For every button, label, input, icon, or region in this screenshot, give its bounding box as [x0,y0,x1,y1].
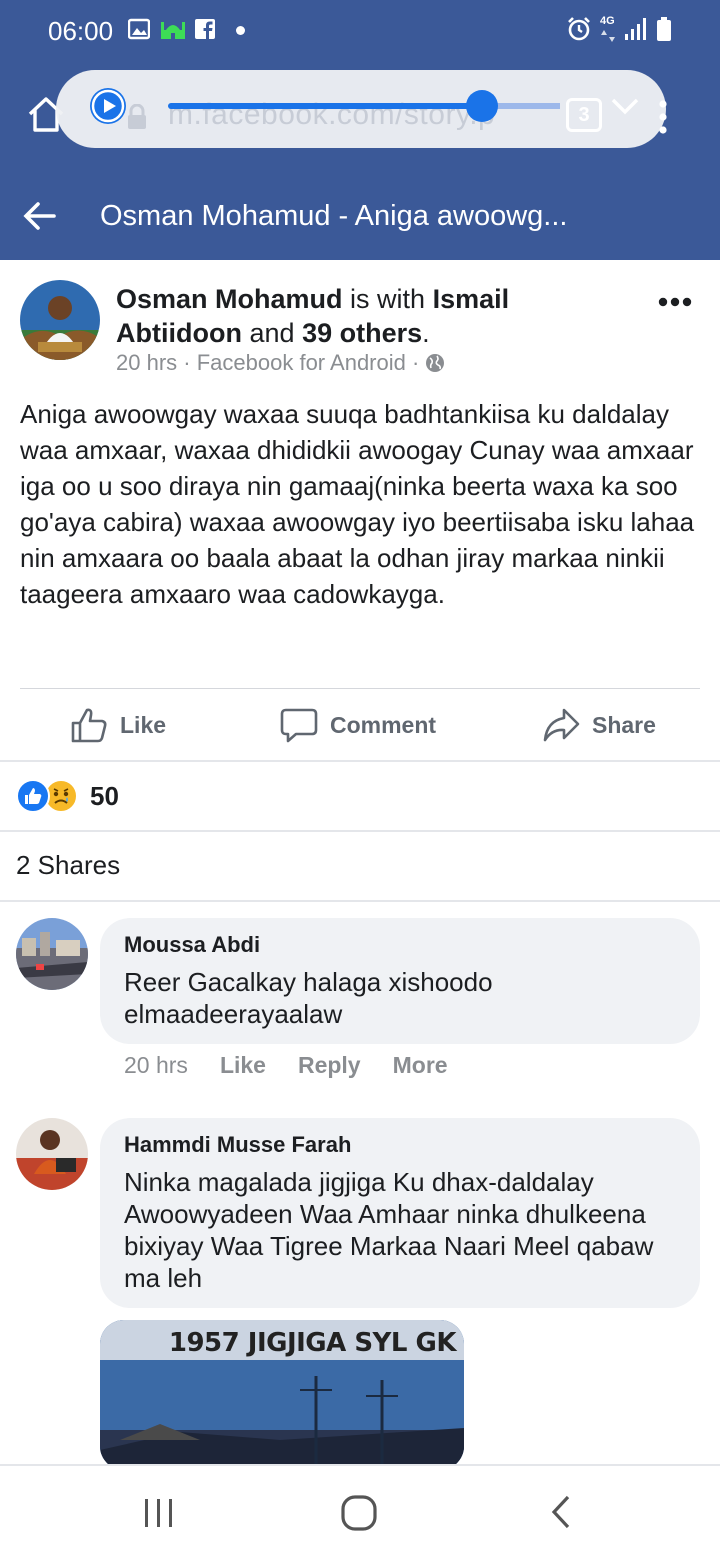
browser-toolbar: m.facebook.com/story.p 3 [0,60,720,172]
media-slider-thumb[interactable] [466,90,498,122]
signal-icon [625,18,646,40]
comment-text: Ninka magalada jigjiga Ku dhax-daldalay … [124,1167,654,1293]
meta-separator: · [412,350,420,375]
like-reaction-icon [16,779,50,813]
back-arrow-icon[interactable] [22,198,58,234]
post-author-avatar[interactable] [20,280,100,360]
notification-dot [236,26,245,35]
divider [0,900,720,902]
shares-count[interactable]: 2 Shares [16,850,120,881]
like-icon [71,708,107,743]
alarm-icon [568,17,590,41]
comment-icon [280,708,318,743]
meta-separator: · [183,350,191,375]
comment-text: Reer Gacalkay halaga xishoodo elmaadeera… [124,967,493,1029]
recents-icon[interactable] [142,1496,176,1530]
more-dots-icon[interactable] [658,296,692,308]
status-bar: 06:00 4G [0,0,720,60]
comment-like-button[interactable]: Like [220,1052,266,1079]
share-icon [543,708,580,742]
commenter-avatar[interactable] [16,918,88,990]
home-circle-icon[interactable] [340,1494,378,1532]
screen: 06:00 4G m.facebook.com/story.p 3 Osman … [0,0,720,1560]
back-icon[interactable] [548,1494,574,1530]
post-source: Facebook for Android [196,350,406,375]
chevron-down-icon[interactable] [610,94,640,118]
commenter-name[interactable]: Hammdi Musse Farah [124,1132,351,1158]
period: . [422,318,430,348]
share-button[interactable]: Share [542,700,656,750]
reactions-summary[interactable]: 50 [16,778,119,814]
comment-more-button[interactable]: More [393,1052,448,1079]
kebab-icon[interactable] [656,100,670,134]
comment-bubble: Moussa Abdi Reer Gacalkay halaga xishood… [100,918,700,1044]
comment-attachment-image[interactable]: 1957 JIGJIGA SYL GK [100,1320,464,1470]
comment-label: Comment [330,711,437,738]
mosque-icon [161,22,185,39]
page-header: Osman Mohamud - Aniga awoowg... [0,172,720,260]
reaction-count: 50 [90,780,119,811]
globe-icon [426,354,445,372]
comment-button[interactable]: Comment [280,700,436,750]
network-type: 4G [600,15,615,27]
divider [0,760,720,762]
lock-icon [128,104,146,129]
post-author-line: Osman Mohamud is with Ismail Abtiidoon a… [116,282,566,350]
divider [20,688,700,689]
share-label: Share [592,711,656,738]
data-arrows-icon [601,30,615,42]
attachment-caption: 1957 JIGJIGA SYL GK [168,1328,457,1358]
post-author-name[interactable]: Osman Mohamud [116,284,343,314]
tagged-others[interactable]: 39 others [302,318,422,348]
comment-reply-button[interactable]: Reply [298,1052,361,1079]
status-time: 06:00 [48,16,114,46]
page-title: Osman Mohamud - Aniga awoowg... [100,200,568,232]
comment-bubble: Hammdi Musse Farah Ninka magalada jigjig… [100,1118,700,1308]
post-body: Aniga awoowgay waxaa suuqa badhtankiisa … [20,399,695,609]
post-time[interactable]: 20 hrs [116,350,177,375]
tab-count-button[interactable]: 3 [566,98,602,132]
and-text: and [249,318,295,348]
comment-time[interactable]: 20 hrs [124,1052,188,1079]
like-label: Like [120,711,167,738]
system-nav-bar [0,1464,720,1560]
divider [0,830,720,832]
play-icon[interactable] [90,88,126,124]
image-icon [128,18,150,40]
post-meta: 20 hrs · Facebook for Android · [116,350,445,376]
comment-actions: 20 hrs Like Reply More [124,1052,448,1079]
commenter-avatar[interactable] [16,1118,88,1190]
with-text: is with [350,284,426,314]
battery-icon [657,17,671,41]
commenter-name[interactable]: Moussa Abdi [124,932,260,958]
like-button[interactable]: Like [70,700,166,750]
facebook-icon [195,19,215,39]
